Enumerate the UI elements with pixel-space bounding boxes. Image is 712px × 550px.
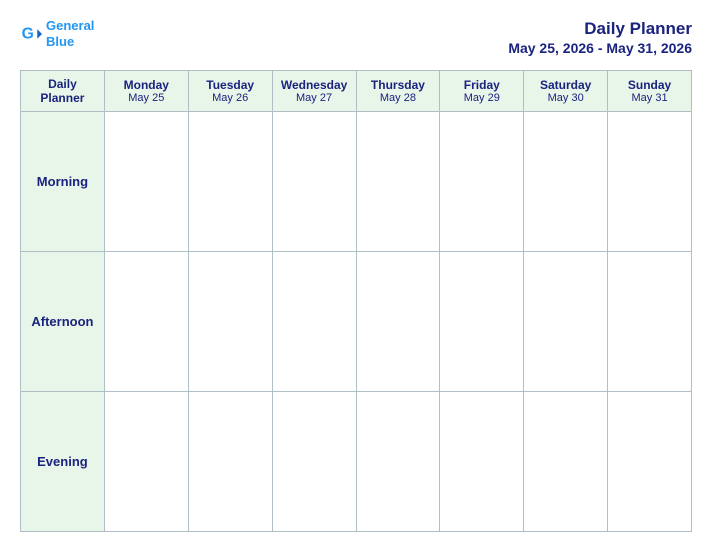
col-header-sat: Saturday May 30 xyxy=(524,71,608,112)
col-tue-date: May 26 xyxy=(193,92,268,104)
svg-text:G: G xyxy=(22,25,34,42)
cell-evening-tue[interactable] xyxy=(188,392,272,532)
logo: G General Blue xyxy=(20,18,94,49)
cell-afternoon-sun[interactable] xyxy=(608,252,692,392)
cell-evening-sat[interactable] xyxy=(524,392,608,532)
col-sat-date: May 30 xyxy=(528,92,603,104)
cell-morning-tue[interactable] xyxy=(188,112,272,252)
col-header-label: Daily Planner xyxy=(21,71,105,112)
cell-afternoon-sat[interactable] xyxy=(524,252,608,392)
col-header-sun: Sunday May 31 xyxy=(608,71,692,112)
col-sun-date: May 31 xyxy=(612,92,687,104)
col-wed-date: May 27 xyxy=(277,92,352,104)
col-sat-name: Saturday xyxy=(528,78,603,92)
logo-icon: G xyxy=(20,23,42,45)
cell-morning-mon[interactable] xyxy=(104,112,188,252)
cell-morning-wed[interactable] xyxy=(272,112,356,252)
col-header-wed: Wednesday May 27 xyxy=(272,71,356,112)
calendar-row-morning: Morning xyxy=(21,112,692,252)
cell-evening-fri[interactable] xyxy=(440,392,524,532)
col-sun-name: Sunday xyxy=(612,78,687,92)
cell-evening-sun[interactable] xyxy=(608,392,692,532)
calendar-table: Daily Planner Monday May 25 Tuesday May … xyxy=(20,70,692,532)
cell-morning-fri[interactable] xyxy=(440,112,524,252)
logo-blue: Blue xyxy=(46,34,94,50)
col-tue-name: Tuesday xyxy=(193,78,268,92)
logo-general: General xyxy=(46,18,94,34)
cell-evening-thu[interactable] xyxy=(356,392,440,532)
cell-afternoon-mon[interactable] xyxy=(104,252,188,392)
date-range: May 25, 2026 - May 31, 2026 xyxy=(508,40,692,56)
col-header-fri: Friday May 29 xyxy=(440,71,524,112)
col-thu-date: May 28 xyxy=(361,92,436,104)
calendar-row-evening: Evening xyxy=(21,392,692,532)
cell-evening-mon[interactable] xyxy=(104,392,188,532)
row-label-morning: Morning xyxy=(21,112,105,252)
col-header-tue: Tuesday May 26 xyxy=(188,71,272,112)
col-mon-name: Monday xyxy=(109,78,184,92)
cell-evening-wed[interactable] xyxy=(272,392,356,532)
col-wed-name: Wednesday xyxy=(277,78,352,92)
row-label-evening: Evening xyxy=(21,392,105,532)
logo-general-text: General xyxy=(46,18,94,33)
cell-afternoon-fri[interactable] xyxy=(440,252,524,392)
cell-morning-thu[interactable] xyxy=(356,112,440,252)
row-label-afternoon: Afternoon xyxy=(21,252,105,392)
page-header: G General Blue Daily Planner May 25, 202… xyxy=(20,18,692,56)
title-area: Daily Planner May 25, 2026 - May 31, 202… xyxy=(508,18,692,56)
col-label-name2: Planner xyxy=(25,91,100,105)
cell-morning-sat[interactable] xyxy=(524,112,608,252)
cell-afternoon-thu[interactable] xyxy=(356,252,440,392)
calendar-row-afternoon: Afternoon xyxy=(21,252,692,392)
cell-afternoon-tue[interactable] xyxy=(188,252,272,392)
col-fri-date: May 29 xyxy=(444,92,519,104)
col-header-thu: Thursday May 28 xyxy=(356,71,440,112)
cell-afternoon-wed[interactable] xyxy=(272,252,356,392)
col-header-mon: Monday May 25 xyxy=(104,71,188,112)
cell-morning-sun[interactable] xyxy=(608,112,692,252)
header-row: Daily Planner Monday May 25 Tuesday May … xyxy=(21,71,692,112)
page-title: Daily Planner xyxy=(508,18,692,40)
col-mon-date: May 25 xyxy=(109,92,184,104)
logo-blue-text: Blue xyxy=(46,34,74,49)
col-fri-name: Friday xyxy=(444,78,519,92)
col-label-name: Daily xyxy=(25,77,100,91)
col-thu-name: Thursday xyxy=(361,78,436,92)
